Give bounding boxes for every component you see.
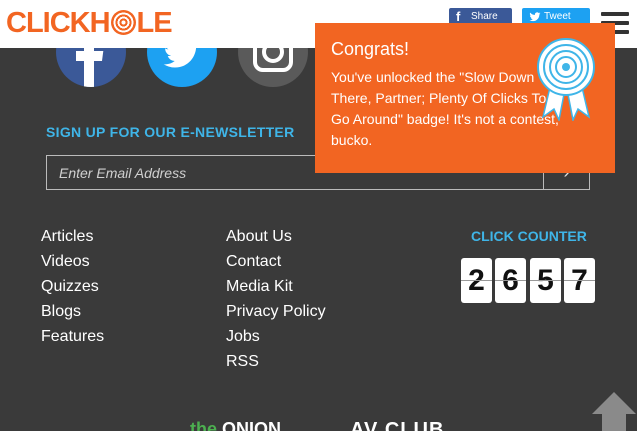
link-quizzes[interactable]: Quizzes	[41, 278, 99, 296]
link-privacy-policy[interactable]: Privacy Policy	[226, 303, 326, 321]
counter-digit: 6	[495, 258, 526, 303]
link-jobs[interactable]: Jobs	[226, 328, 260, 346]
link-about-us[interactable]: About Us	[226, 228, 292, 246]
popup-message: You've unlocked the "Slow Down There, Pa…	[331, 69, 559, 148]
link-articles[interactable]: Articles	[41, 228, 93, 246]
twitter-share-label: Tweet	[544, 11, 571, 22]
scroll-to-top-icon[interactable]	[590, 388, 637, 431]
counter-digit: 2	[461, 258, 492, 303]
click-counter-title: CLICK COUNTER	[471, 228, 587, 244]
link-media-kit[interactable]: Media Kit	[226, 278, 293, 296]
link-blogs[interactable]: Blogs	[41, 303, 81, 321]
badge-unlocked-popup[interactable]: Congrats! You've unlocked the "Slow Down…	[315, 23, 615, 173]
onion-name: ONION	[222, 419, 282, 431]
link-videos[interactable]: Videos	[41, 253, 90, 271]
onion-prefix: the	[190, 419, 217, 431]
link-features[interactable]: Features	[41, 328, 104, 346]
av-club-logo[interactable]: AV CLUB	[350, 419, 444, 431]
clickhole-logo[interactable]: CLICKH LE	[6, 7, 173, 39]
the-onion-logo[interactable]: the ONION	[190, 419, 281, 431]
link-rss[interactable]: RSS	[226, 353, 259, 371]
link-contact[interactable]: Contact	[226, 253, 281, 271]
facebook-share-label: Share	[471, 11, 498, 22]
newsletter-heading: SIGN UP FOR OUR E-NEWSLETTER	[46, 124, 295, 140]
spiral-logo-icon	[110, 10, 136, 35]
ribbon-badge-icon	[537, 38, 595, 121]
counter-digit: 7	[564, 258, 595, 303]
logo-text-right: LE	[136, 7, 173, 39]
logo-text-left: CLICKH	[6, 7, 111, 39]
popup-title: Congrats!	[331, 39, 410, 59]
counter-digit: 5	[530, 258, 561, 303]
